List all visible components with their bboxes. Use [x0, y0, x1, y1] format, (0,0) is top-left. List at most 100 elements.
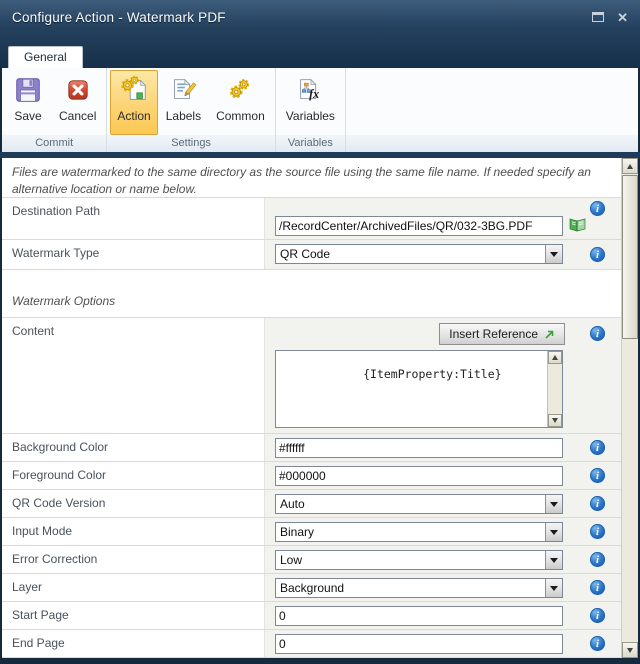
- insert-reference-label: Insert Reference: [449, 327, 538, 341]
- content-textarea[interactable]: {ItemProperty:Title}: [275, 350, 563, 428]
- insert-reference-button[interactable]: Insert Reference: [439, 323, 565, 345]
- qr-code-version-select[interactable]: Auto: [275, 494, 563, 514]
- watermark-type-select[interactable]: QR Code: [275, 244, 563, 264]
- form-content: Files are watermarked to the same direct…: [2, 158, 621, 658]
- input-mode-value: Binary: [276, 523, 545, 541]
- end-page-info-icon[interactable]: i: [590, 636, 605, 651]
- ribbon-group-settings: Action: [107, 68, 275, 152]
- end-page-input[interactable]: [275, 634, 563, 654]
- dialog-title: Configure Action - Watermark PDF: [12, 10, 226, 25]
- common-button-label: Common: [216, 109, 265, 123]
- layer-label: Layer: [2, 574, 264, 601]
- destination-path-info-icon[interactable]: i: [590, 201, 605, 216]
- end-page-label: End Page: [2, 630, 264, 657]
- save-icon: [12, 74, 44, 106]
- field-row-background-color: Background Color i: [2, 434, 621, 462]
- background-color-info-icon[interactable]: i: [590, 440, 605, 455]
- watermark-type-value: QR Code: [276, 245, 545, 263]
- content-textarea-scrollbar[interactable]: [547, 351, 562, 427]
- qr-code-version-label: QR Code Version: [2, 490, 264, 517]
- background-color-label: Background Color: [2, 434, 264, 461]
- scroll-down-icon[interactable]: [622, 642, 638, 658]
- scroll-up-icon[interactable]: [622, 158, 638, 174]
- qr-code-version-info-icon[interactable]: i: [590, 496, 605, 511]
- watermark-type-info-icon[interactable]: i: [590, 247, 605, 262]
- variables-button-label: Variables: [286, 109, 335, 123]
- chevron-down-icon[interactable]: [545, 579, 562, 597]
- common-button[interactable]: Common: [209, 70, 272, 135]
- field-row-watermark-type: Watermark Type QR Code i: [2, 240, 621, 270]
- content-label: Content: [2, 318, 264, 433]
- action-button[interactable]: Action: [110, 70, 157, 135]
- foreground-color-input[interactable]: [275, 466, 563, 486]
- field-row-error-correction: Error Correction Low i: [2, 546, 621, 574]
- destination-path-input[interactable]: [275, 216, 563, 236]
- close-icon[interactable]: ✕: [617, 11, 628, 24]
- variables-icon: fx: [294, 74, 326, 106]
- browse-path-icon[interactable]: [569, 217, 586, 237]
- destination-path-label: Destination Path: [2, 198, 264, 239]
- foreground-color-info-icon[interactable]: i: [590, 468, 605, 483]
- labels-button[interactable]: Labels: [159, 70, 208, 135]
- cancel-button[interactable]: Cancel: [52, 70, 103, 135]
- field-row-qr-code-version: QR Code Version Auto i: [2, 490, 621, 518]
- layer-select[interactable]: Background: [275, 578, 563, 598]
- ribbon-filler: [346, 68, 638, 152]
- title-bar: Configure Action - Watermark PDF ✕: [0, 0, 640, 34]
- svg-text:fx: fx: [309, 87, 319, 101]
- chevron-down-icon[interactable]: [545, 245, 562, 263]
- field-row-foreground-color: Foreground Color i: [2, 462, 621, 490]
- ribbon-group-label-variables: Variables: [276, 135, 345, 152]
- background-color-input[interactable]: [275, 438, 563, 458]
- chevron-down-icon[interactable]: [545, 551, 562, 569]
- tab-general[interactable]: General: [8, 46, 83, 68]
- variables-button[interactable]: fx Variables: [279, 70, 342, 135]
- scroll-down-icon[interactable]: [548, 414, 562, 427]
- save-button[interactable]: Save: [5, 70, 51, 135]
- error-correction-label: Error Correction: [2, 546, 264, 573]
- chevron-down-icon[interactable]: [545, 495, 562, 513]
- layer-info-icon[interactable]: i: [590, 580, 605, 595]
- ribbon-group-variables: fx Variables Variables: [276, 68, 346, 152]
- error-correction-value: Low: [276, 551, 545, 569]
- field-row-content: Content i Insert Reference {ItemProperty…: [2, 318, 621, 434]
- input-mode-info-icon[interactable]: i: [590, 524, 605, 539]
- content-info-icon[interactable]: i: [590, 326, 605, 341]
- cancel-button-label: Cancel: [59, 109, 96, 123]
- configure-action-dialog: Configure Action - Watermark PDF ✕ Gener…: [0, 0, 640, 664]
- vertical-scrollbar[interactable]: [621, 158, 638, 658]
- common-icon: [224, 74, 256, 106]
- layer-value: Background: [276, 579, 545, 597]
- foreground-color-label: Foreground Color: [2, 462, 264, 489]
- action-button-label: Action: [117, 109, 150, 123]
- form-description: Files are watermarked to the same direct…: [2, 158, 621, 198]
- labels-icon: [167, 74, 199, 106]
- error-correction-info-icon[interactable]: i: [590, 552, 605, 567]
- error-correction-select[interactable]: Low: [275, 550, 563, 570]
- labels-button-label: Labels: [166, 109, 201, 123]
- insert-reference-arrow-icon: [544, 329, 555, 340]
- ribbon-group-label-commit: Commit: [2, 135, 106, 152]
- content-text: {ItemProperty:Title}: [363, 367, 501, 381]
- field-row-end-page: End Page i: [2, 630, 621, 658]
- section-watermark-options: Watermark Options: [2, 270, 621, 318]
- save-button-label: Save: [14, 109, 41, 123]
- qr-code-version-value: Auto: [276, 495, 545, 513]
- ribbon-group-commit: Save Cancel Commit: [2, 68, 107, 152]
- scroll-up-icon[interactable]: [548, 351, 562, 364]
- scrollbar-thumb[interactable]: [622, 175, 638, 339]
- field-row-layer: Layer Background i: [2, 574, 621, 602]
- field-row-start-page: Start Page i: [2, 602, 621, 630]
- input-mode-select[interactable]: Binary: [275, 522, 563, 542]
- start-page-info-icon[interactable]: i: [590, 608, 605, 623]
- cancel-icon: [62, 74, 94, 106]
- start-page-input[interactable]: [275, 606, 563, 626]
- field-row-destination-path: Destination Path i: [2, 198, 621, 240]
- form-area: Files are watermarked to the same direct…: [2, 158, 638, 658]
- maximize-icon[interactable]: [592, 12, 604, 22]
- window-controls: ✕: [592, 11, 628, 24]
- ribbon-group-label-settings: Settings: [107, 135, 274, 152]
- ribbon: Save Cancel Commit: [2, 68, 638, 152]
- dialog-header: Configure Action - Watermark PDF ✕ Gener…: [0, 0, 640, 68]
- chevron-down-icon[interactable]: [545, 523, 562, 541]
